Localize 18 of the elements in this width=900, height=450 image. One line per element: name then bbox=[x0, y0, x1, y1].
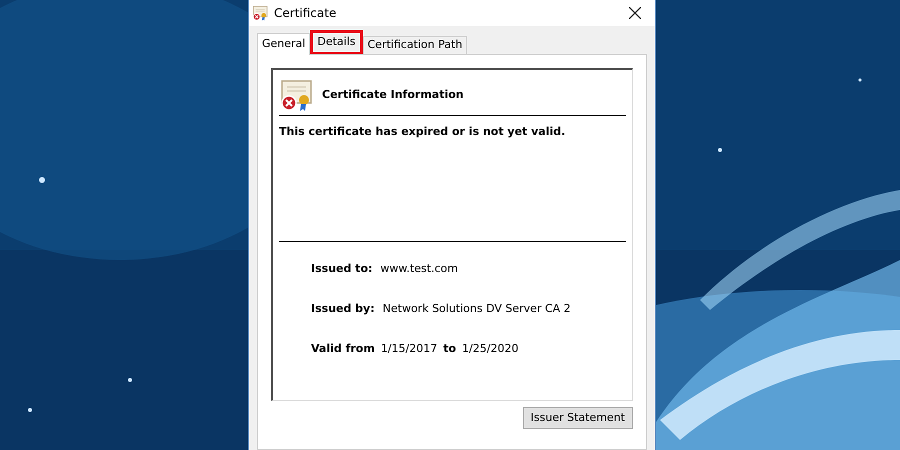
field-label: Issued to: bbox=[311, 260, 372, 277]
heading: Certificate Information bbox=[322, 86, 464, 103]
field-label: Valid from bbox=[311, 340, 375, 357]
tab[interactable]: Certification Path bbox=[362, 36, 468, 55]
field-value: Network Solutions DV Server CA 2 bbox=[382, 300, 571, 317]
status-message: This certificate has expired or is not yet valid. bbox=[279, 124, 566, 140]
certificate-error-icon bbox=[252, 5, 268, 21]
issuer-statement-button[interactable]: Issuer Statement bbox=[522, 407, 633, 429]
close-icon bbox=[629, 7, 641, 19]
range-separator: to bbox=[443, 340, 456, 357]
date-to: 1/25/2020 bbox=[462, 340, 518, 357]
field-label: Issued by: bbox=[311, 300, 375, 317]
window-title: Certificate bbox=[274, 5, 338, 22]
tab[interactable]: Details bbox=[310, 30, 362, 55]
field-value: www.test.com bbox=[380, 260, 458, 277]
date-from: 1/15/2017 bbox=[380, 340, 438, 357]
certificate-error-icon bbox=[279, 78, 313, 112]
tab[interactable]: General bbox=[257, 33, 310, 55]
